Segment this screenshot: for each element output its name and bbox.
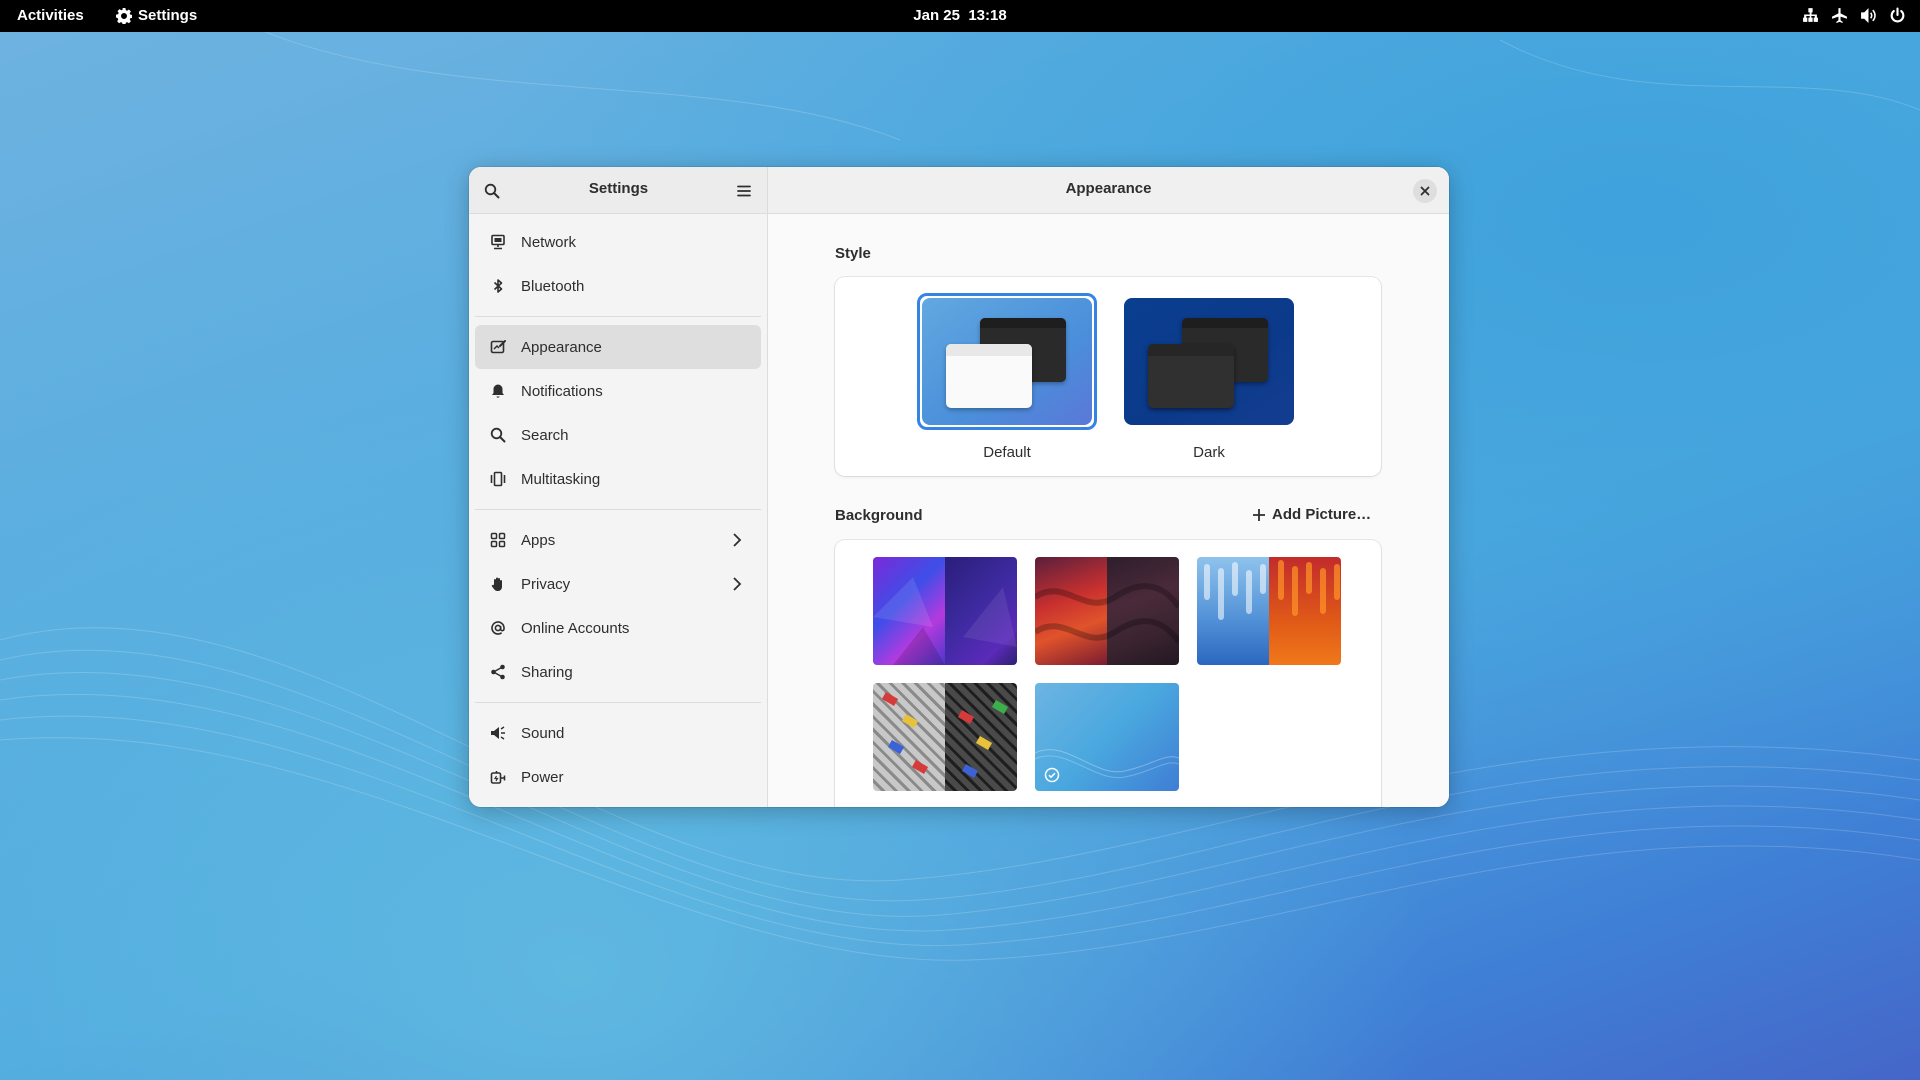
- style-selection-frame: [917, 293, 1097, 430]
- clock-date: Jan 25: [913, 7, 960, 24]
- sidebar-item-bluetooth[interactable]: Bluetooth: [475, 264, 761, 308]
- network-icon: [489, 233, 507, 251]
- system-tray[interactable]: [1802, 7, 1906, 24]
- add-picture-button[interactable]: Add Picture…: [1252, 506, 1371, 523]
- style-option-default[interactable]: Default: [917, 293, 1097, 461]
- sidebar-separator: [475, 702, 761, 703]
- activities-button[interactable]: Activities: [17, 7, 84, 24]
- airplane-mode-icon: [1832, 8, 1847, 23]
- speaker-icon: [489, 724, 507, 742]
- sidebar-separator: [475, 316, 761, 317]
- style-section-label: Style: [835, 245, 871, 262]
- style-preview-default: [922, 298, 1092, 425]
- sidebar-item-privacy[interactable]: Privacy: [475, 562, 761, 606]
- style-option-label: Default: [983, 444, 1031, 461]
- sidebar-item-search[interactable]: Search: [475, 413, 761, 457]
- background-section-label: Background: [835, 507, 923, 524]
- sidebar-item-online-accounts[interactable]: Online Accounts: [475, 606, 761, 650]
- search-icon: [489, 426, 507, 444]
- sidebar-item-label: Privacy: [521, 575, 571, 593]
- wallpaper-thumbnail[interactable]: [1035, 557, 1179, 665]
- page-title: Appearance: [1065, 180, 1152, 197]
- sidebar-item-sharing[interactable]: Sharing: [475, 650, 761, 694]
- sidebar-separator: [475, 509, 761, 510]
- plus-icon: [1253, 508, 1265, 521]
- sidebar-item-label: Power: [521, 768, 564, 786]
- sidebar-header: Settings: [469, 167, 767, 214]
- app-menu-label: Settings: [138, 7, 198, 24]
- add-picture-label: Add Picture…: [1272, 506, 1372, 523]
- sidebar-item-multitasking[interactable]: Multitasking: [475, 457, 761, 501]
- sidebar-item-label: Apps: [521, 531, 556, 549]
- style-card: Default Dark: [835, 277, 1381, 476]
- top-bar: Activities Settings Jan 25 13:18: [0, 0, 1920, 32]
- power-plug-icon: [489, 768, 507, 786]
- share-icon: [489, 663, 507, 681]
- style-option-dark[interactable]: Dark: [1124, 298, 1294, 461]
- sidebar-item-label: Multitasking: [521, 470, 601, 488]
- check-circle-icon: [1044, 767, 1060, 783]
- hamburger-menu-icon: [737, 185, 751, 197]
- clock: Jan 25 13:18: [0, 7, 1920, 24]
- sidebar-item-label: Online Accounts: [521, 619, 630, 637]
- volume-icon: [1861, 8, 1876, 23]
- appearance-icon: [489, 338, 507, 356]
- sidebar-item-label: Sharing: [521, 663, 573, 681]
- clock-button[interactable]: Jan 25 13:18: [913, 7, 1006, 24]
- wallpaper-thumbnail-selected[interactable]: [1035, 683, 1179, 791]
- multitasking-icon: [489, 470, 507, 488]
- at-icon: [489, 619, 507, 637]
- chevron-right-icon: [733, 533, 742, 547]
- wallpaper-thumbnail[interactable]: [1197, 557, 1341, 665]
- style-preview-dark: [1124, 298, 1294, 425]
- bluetooth-icon: [489, 277, 507, 295]
- sidebar-title: Settings: [588, 180, 649, 197]
- network-wired-icon: [1803, 8, 1818, 22]
- clock-time: 13:18: [968, 7, 1007, 24]
- content-pane: Appearance Style Default Dark Background…: [768, 167, 1449, 807]
- style-option-label: Dark: [1193, 444, 1225, 461]
- app-menu[interactable]: Settings: [116, 7, 197, 24]
- sidebar-item-label: Network: [521, 233, 577, 251]
- main-menu-button[interactable]: [729, 176, 759, 206]
- power-icon: [1890, 7, 1905, 23]
- sidebar-nav: Network Bluetooth Appearance Notificatio…: [469, 214, 767, 805]
- sidebar-item-power[interactable]: Power: [475, 755, 761, 799]
- gear-icon: [116, 7, 132, 24]
- background-card: [835, 540, 1381, 807]
- settings-window: Settings Network Bluetooth Appearance No…: [469, 167, 1449, 807]
- wallpaper-thumbnail[interactable]: [873, 557, 1017, 665]
- sidebar-item-label: Sound: [521, 724, 565, 742]
- apps-icon: [489, 531, 507, 549]
- sidebar-item-label: Appearance: [521, 338, 602, 356]
- sidebar-item-label: Notifications: [521, 382, 603, 400]
- sidebar-item-label: Search: [521, 426, 569, 444]
- sidebar-item-network[interactable]: Network: [475, 220, 761, 264]
- wallpaper-thumbnail[interactable]: [873, 683, 1017, 791]
- sidebar-item-label: Bluetooth: [521, 277, 585, 295]
- sidebar-item-apps[interactable]: Apps: [475, 518, 761, 562]
- sidebar-item-appearance[interactable]: Appearance: [475, 325, 761, 369]
- sidebar-item-notifications[interactable]: Notifications: [475, 369, 761, 413]
- hand-icon: [489, 575, 507, 593]
- sidebar-item-sound[interactable]: Sound: [475, 711, 761, 755]
- close-icon: [1420, 186, 1430, 196]
- bell-icon: [489, 382, 507, 400]
- sidebar: Settings Network Bluetooth Appearance No…: [469, 167, 768, 807]
- chevron-right-icon: [733, 577, 742, 591]
- close-button[interactable]: [1413, 179, 1437, 203]
- content-header: Appearance: [768, 167, 1449, 214]
